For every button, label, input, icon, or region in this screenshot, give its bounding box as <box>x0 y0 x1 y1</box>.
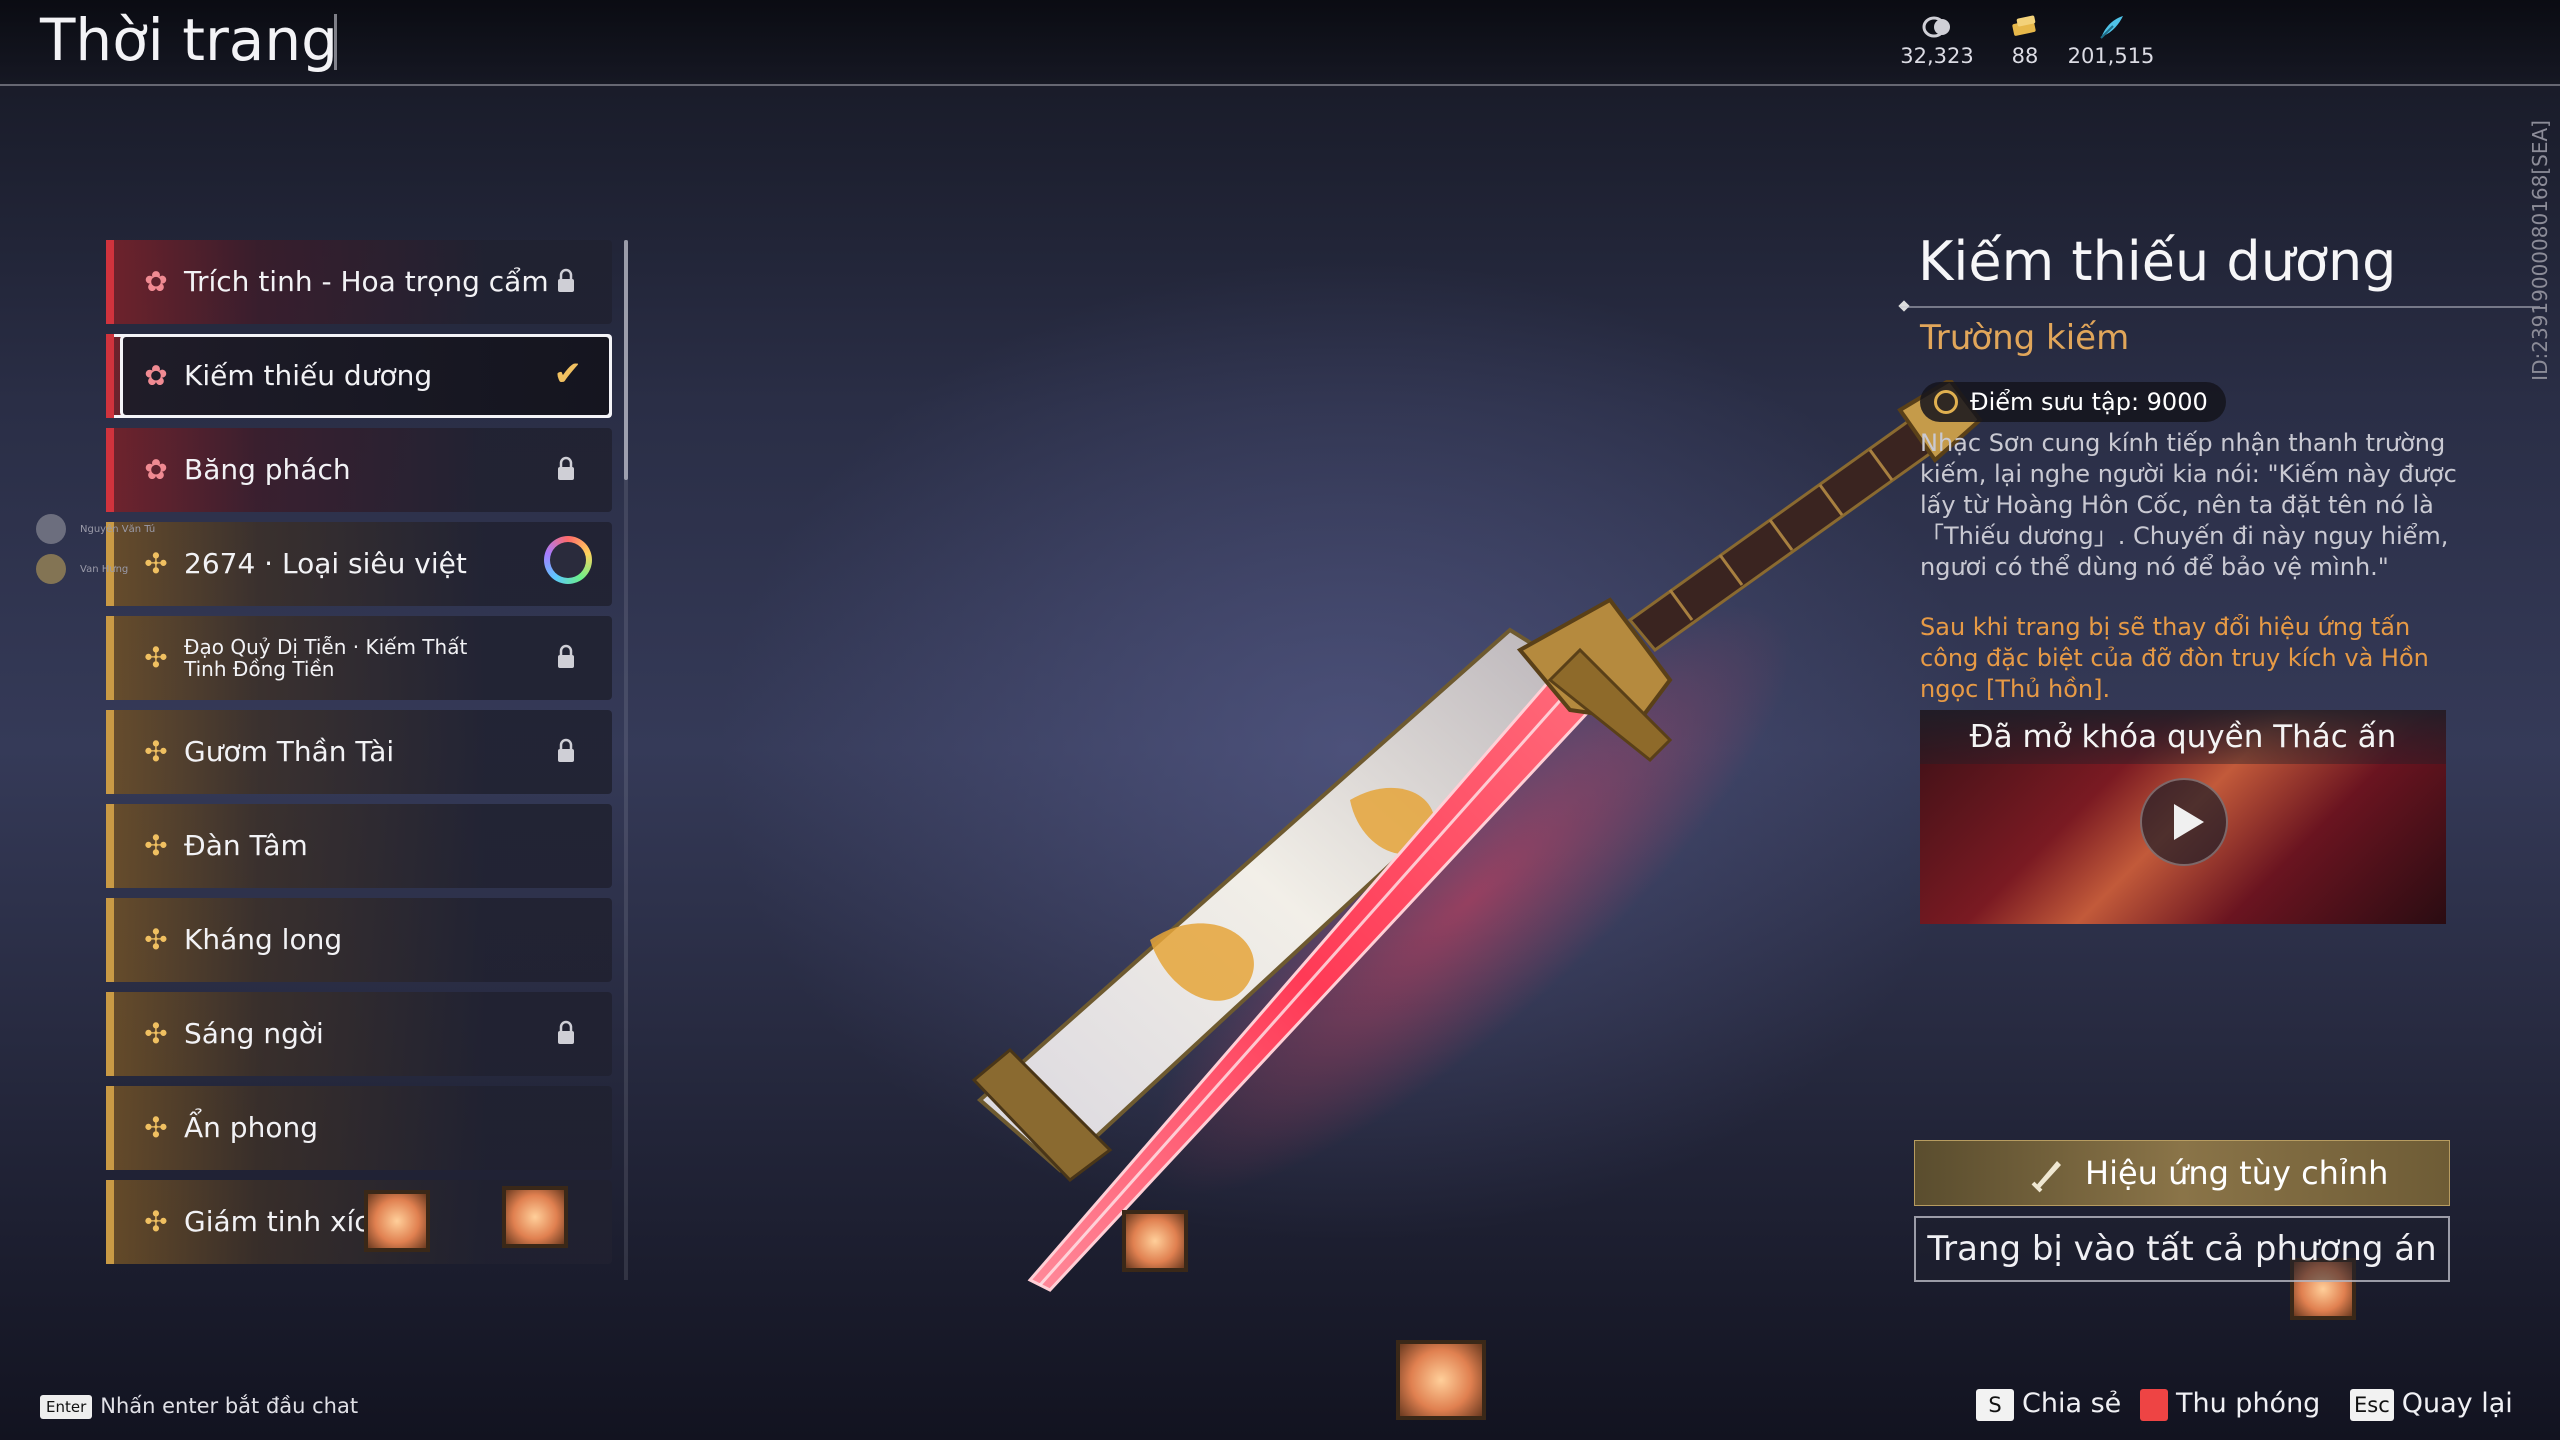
item-label: Gươm Thần Tài <box>184 735 395 768</box>
flower-icon: ✿ <box>144 359 168 392</box>
lock-icon <box>558 1020 574 1044</box>
item-rarity-bar <box>106 1086 114 1170</box>
gold-ticket-icon <box>2012 15 2036 36</box>
item-label: Trích tinh - Hoa trọng cẩm <box>184 265 549 298</box>
item-label: Băng phách <box>184 453 351 486</box>
collection-icon <box>1934 390 1958 414</box>
coin-icon <box>1922 16 1950 38</box>
chat-name: Van Hưng <box>80 564 129 575</box>
mouse-icon <box>2140 1388 2168 1421</box>
back-button[interactable]: Esc Quay lại <box>2350 1388 2513 1421</box>
item-label: Sáng ngời <box>184 1017 324 1050</box>
list-scrollbar[interactable] <box>624 240 628 480</box>
lantern-icon <box>364 1190 430 1252</box>
item-rarity-bar <box>106 616 114 700</box>
item-rarity-bar <box>106 804 114 888</box>
list-item[interactable]: ✿ Trích tinh - Hoa trọng cẩm <box>106 240 612 324</box>
chat-hint-label: Nhấn enter bắt đầu chat <box>100 1394 359 1418</box>
item-name: Kiếm thiếu dương <box>1918 230 2397 293</box>
lantern-icon <box>1396 1340 1486 1420</box>
share-key: S <box>1976 1388 2014 1421</box>
zoom-label: Thu phóng <box>2176 1388 2321 1419</box>
item-rarity-bar <box>106 334 114 418</box>
item-label: Ẩn phong <box>184 1111 318 1144</box>
player-id: ID:23919000080168[SEA] <box>2528 120 2552 381</box>
back-label: Quay lại <box>2401 1388 2513 1419</box>
chat-hint[interactable]: Enter Nhấn enter bắt đầu chat <box>40 1394 358 1419</box>
header-divider <box>0 84 2560 86</box>
currency-feather: 201,515 <box>2056 14 2166 68</box>
lock-icon <box>558 644 574 668</box>
share-label: Chia sẻ <box>2022 1388 2122 1419</box>
item-effect: Sau khi trang bị sẽ thay đổi hiệu ứng tấ… <box>1920 613 2429 703</box>
item-rarity-bar <box>106 710 114 794</box>
chat-name: Nguyên Văn Tú <box>80 524 156 535</box>
cross-flower-icon: ✣ <box>144 1017 168 1050</box>
name-divider <box>1900 306 2540 308</box>
item-description: Nhạc Sơn cung kính tiếp nhận thanh trườn… <box>1920 429 2457 581</box>
item-label: Kháng long <box>184 923 343 956</box>
cross-flower-icon: ✣ <box>144 641 168 674</box>
cross-flower-icon: ✣ <box>144 1205 168 1238</box>
list-item[interactable]: ✣ Đạo Quỷ Dị Tiễn · Kiếm Thất Tinh Đồng … <box>106 616 612 700</box>
chat-avatar <box>36 554 66 584</box>
item-label: Kiếm thiếu dương <box>184 359 433 392</box>
equip-all-button[interactable]: Trang bị vào tất cả phương án <box>1914 1216 2450 1282</box>
item-rarity-bar <box>106 898 114 982</box>
zoom-button[interactable]: Thu phóng <box>2140 1388 2320 1421</box>
item-label: 2674 · Loại siêu việt <box>184 547 467 580</box>
enter-key: Enter <box>40 1395 93 1419</box>
item-label: Đàn Tâm <box>184 829 308 862</box>
cross-flower-icon: ✣ <box>144 829 168 862</box>
lantern-icon <box>502 1186 568 1248</box>
lock-icon <box>558 268 574 292</box>
lock-icon <box>558 738 574 762</box>
page-title: Thời trang <box>40 6 338 74</box>
flower-icon: ✿ <box>144 265 168 298</box>
play-icon[interactable] <box>2140 778 2228 866</box>
effect-preview-video[interactable]: Đã mở khóa quyền Thác ấn <box>1920 710 2446 924</box>
list-item[interactable]: ✣ Đàn Tâm <box>106 804 612 888</box>
collection-points-label: Điểm sưu tập: 9000 <box>1970 388 2208 416</box>
item-label: Giám tinh xích <box>184 1205 388 1238</box>
appearance-list: ✿ Trích tinh - Hoa trọng cẩm ✿ Kiếm thiế… <box>106 240 612 1280</box>
feather-icon <box>2100 16 2123 39</box>
item-label: Đạo Quỷ Dị Tiễn · Kiếm Thất Tinh Đồng Ti… <box>184 635 468 681</box>
lock-icon <box>558 456 574 480</box>
flower-icon: ✿ <box>144 453 168 486</box>
custom-effect-button[interactable]: Hiệu ứng tùy chỉnh <box>1914 1140 2450 1206</box>
list-item[interactable]: ✿ Băng phách <box>106 428 612 512</box>
lantern-icon <box>1122 1210 1188 1272</box>
video-title: Đã mở khóa quyền Thác ấn <box>1920 710 2446 764</box>
top-bar <box>0 0 2560 86</box>
item-rarity-bar <box>106 1180 114 1264</box>
item-rarity-bar <box>106 240 114 324</box>
item-rarity-bar <box>106 992 114 1076</box>
list-item[interactable]: ✣ Giám tinh xích <box>106 1180 612 1264</box>
list-item[interactable]: ✣ Kháng long <box>106 898 612 982</box>
list-item[interactable]: ✣ Ẩn phong <box>106 1086 612 1170</box>
item-type: Trường kiếm <box>1920 318 2130 358</box>
title-divider <box>334 14 337 70</box>
esc-key: Esc <box>2350 1388 2394 1421</box>
item-rarity-bar <box>106 428 114 512</box>
currency-ticket-value: 88 <box>2011 44 2039 68</box>
currency-feather-value: 201,515 <box>2067 44 2155 68</box>
cross-flower-icon: ✣ <box>144 1111 168 1144</box>
chat-avatar <box>36 514 66 544</box>
custom-effect-label: Hiệu ứng tùy chỉnh <box>2085 1154 2389 1192</box>
sword-edit-icon <box>2031 1161 2061 1193</box>
cross-flower-icon: ✣ <box>144 923 168 956</box>
list-item[interactable]: ✣ 2674 · Loại siêu việt <box>106 522 612 606</box>
rainbow-ring-icon <box>544 536 592 584</box>
cross-flower-icon: ✣ <box>144 735 168 768</box>
list-item-selected[interactable]: ✿ Kiếm thiếu dương ✔ <box>106 334 612 418</box>
cross-flower-icon: ✣ <box>144 547 168 580</box>
currency-coin-value: 32,323 <box>1900 44 1974 68</box>
checkmark-icon: ✔ <box>553 354 583 394</box>
share-button[interactable]: S Chia sẻ <box>1976 1388 2121 1421</box>
list-item[interactable]: ✣ Sáng ngời <box>106 992 612 1076</box>
collection-points-badge: Điểm sưu tập: 9000 <box>1920 382 2226 422</box>
list-item[interactable]: ✣ Gươm Thần Tài <box>106 710 612 794</box>
